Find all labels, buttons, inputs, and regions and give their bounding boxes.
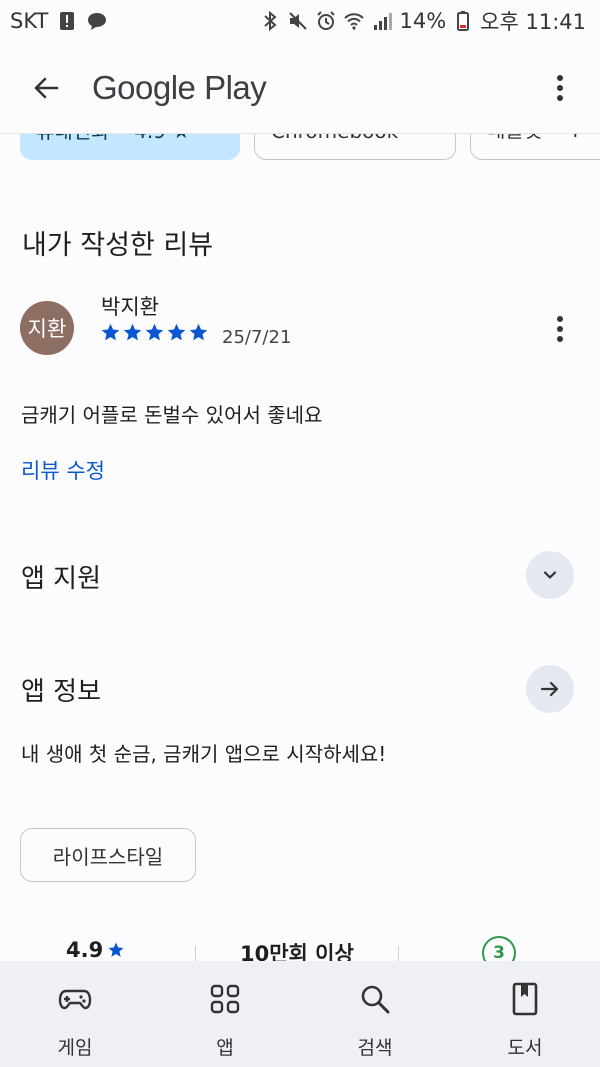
review-text: 금캐기 어플로 돈벌수 있어서 좋네요 xyxy=(21,403,323,427)
alarm-icon xyxy=(315,10,337,32)
bluetooth-icon xyxy=(259,10,281,32)
signal-icon xyxy=(371,10,393,32)
star-icon xyxy=(145,323,164,341)
review-more-button[interactable] xyxy=(546,309,574,349)
about-app-arrow-button[interactable] xyxy=(526,665,574,713)
chevron-down-icon xyxy=(543,571,557,579)
wifi-icon xyxy=(343,10,365,32)
more-vert-icon xyxy=(557,316,563,342)
star-rating xyxy=(100,322,209,343)
star-icon xyxy=(189,323,208,341)
star-icon xyxy=(167,323,186,341)
more-vert-icon xyxy=(557,75,563,101)
nav-item-apps[interactable]: 앱 xyxy=(150,961,300,1067)
about-app-description: 내 생애 첫 순금, 금캐기 앱으로 시작하세요! xyxy=(21,742,387,766)
app-bar: Google Play xyxy=(0,42,600,134)
app-title: Google Play xyxy=(92,69,267,106)
app-bar-divider xyxy=(0,133,600,134)
search-icon xyxy=(357,981,393,1017)
avatar-initials: 지환 xyxy=(27,317,67,341)
bottom-navigation: 게임 앱 검색 도서 xyxy=(0,961,600,1067)
stat-rating: 4.9 xyxy=(66,938,125,962)
status-bar: SKT 14% 오후 11:41 xyxy=(0,0,600,42)
category-chip[interactable]: 라이프스타일 xyxy=(20,828,196,882)
age-rating-value: 3 xyxy=(493,943,505,963)
my-review-heading: 내가 작성한 리뷰 xyxy=(22,230,214,261)
battery-percent: 14% xyxy=(399,9,447,33)
play-store-screen: SKT 14% 오후 11:41 Google Play 내가 작성한 리뷰 지… xyxy=(0,0,600,1067)
status-right: 14% 오후 11:41 xyxy=(259,6,586,36)
chat-notification-icon xyxy=(86,10,108,32)
alert-notification-icon xyxy=(56,10,78,32)
stat-rating-value: 4.9 xyxy=(66,938,104,962)
category-label: 라이프스타일 xyxy=(52,844,164,869)
overflow-menu-button[interactable] xyxy=(544,60,576,116)
review-date: 25/7/21 xyxy=(222,327,292,348)
nav-label: 검색 xyxy=(357,1037,393,1059)
nav-label: 게임 xyxy=(57,1037,93,1059)
carrier-label: SKT xyxy=(10,9,49,33)
nav-label: 앱 xyxy=(216,1037,234,1059)
star-icon xyxy=(108,942,124,957)
nav-item-search[interactable]: 검색 xyxy=(300,961,450,1067)
clock: 오후 11:41 xyxy=(480,10,586,34)
gamepad-icon xyxy=(57,981,93,1017)
status-left: SKT xyxy=(10,9,108,33)
mute-icon xyxy=(287,10,309,32)
app-support-heading: 앱 지원 xyxy=(21,564,102,594)
about-app-heading: 앱 정보 xyxy=(21,677,102,707)
reviewer-name: 박지환 xyxy=(101,295,159,319)
star-icon xyxy=(101,323,120,341)
arrow-forward-icon xyxy=(540,681,559,697)
apps-grid-icon xyxy=(207,981,243,1017)
back-button[interactable] xyxy=(18,60,74,116)
edit-review-link[interactable]: 리뷰 수정 xyxy=(21,455,105,485)
battery-icon xyxy=(452,10,474,32)
avatar: 지환 xyxy=(20,301,74,355)
book-icon xyxy=(507,981,543,1017)
arrow-back-icon xyxy=(34,77,59,99)
nav-label: 도서 xyxy=(507,1037,543,1059)
star-icon xyxy=(123,323,142,341)
app-support-expand-button[interactable] xyxy=(526,551,574,599)
nav-item-games[interactable]: 게임 xyxy=(0,961,150,1067)
nav-item-books[interactable]: 도서 xyxy=(450,961,600,1067)
